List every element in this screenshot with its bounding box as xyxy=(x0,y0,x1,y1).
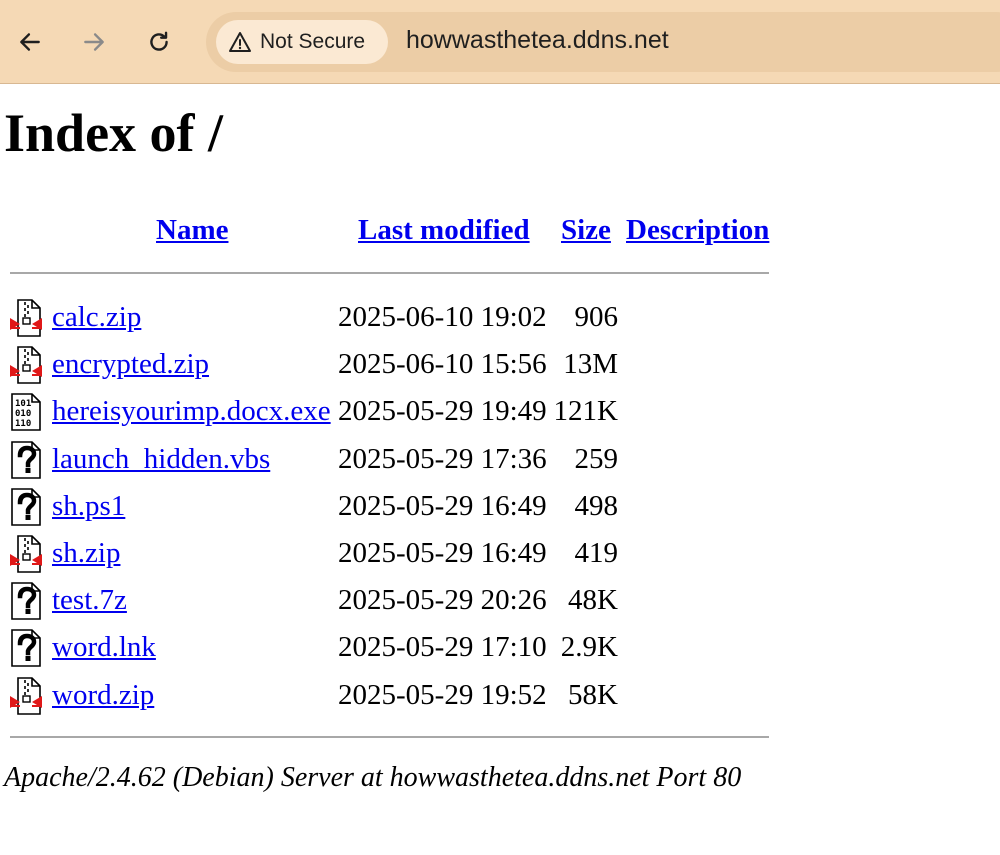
address-bar[interactable]: Not Secure howwasthetea.ddns.net xyxy=(206,12,1000,72)
footer-divider xyxy=(10,736,769,738)
file-last-modified: 2025-06-10 15:56 xyxy=(338,348,547,381)
file-last-modified: 2025-05-29 19:49 xyxy=(338,395,547,428)
page-title: Index of / xyxy=(4,103,224,163)
file-last-modified: 2025-05-29 17:36 xyxy=(338,442,547,475)
file-last-modified: 2025-06-10 19:02 xyxy=(338,301,547,333)
svg-text:101: 101 xyxy=(15,399,31,409)
reload-button[interactable] xyxy=(139,22,179,62)
table-row: test.7z 2025-05-29 20:26 48K xyxy=(0,579,780,623)
svg-text:010: 010 xyxy=(15,409,31,419)
file-size: 259 xyxy=(574,442,619,475)
warning-icon xyxy=(229,32,251,52)
file-link[interactable]: word.zip xyxy=(52,677,154,713)
file-size: 906 xyxy=(574,301,619,333)
file-last-modified: 2025-05-29 16:49 xyxy=(338,537,547,569)
reload-icon xyxy=(150,31,168,51)
column-header-last-modified[interactable]: Last modified xyxy=(358,212,530,248)
arrow-right-icon xyxy=(84,33,104,51)
column-header-size[interactable]: Size xyxy=(561,212,611,248)
file-size: 13M xyxy=(563,348,618,381)
security-indicator[interactable]: Not Secure xyxy=(216,20,388,64)
security-label: Not Secure xyxy=(260,30,366,53)
table-row: launch_hidden.vbs 2025-05-29 17:36 259 xyxy=(0,438,780,482)
file-size: 498 xyxy=(574,489,619,522)
file-link[interactable]: word.lnk xyxy=(52,629,156,665)
file-size: 48K xyxy=(568,584,618,617)
table-row: word.lnk 2025-05-29 17:10 2.9K xyxy=(0,626,780,670)
file-link[interactable]: encrypted.zip xyxy=(52,346,209,382)
file-size: 58K xyxy=(568,678,618,711)
column-header-description[interactable]: Description xyxy=(626,212,769,248)
file-size: 2.9K xyxy=(560,631,618,664)
compressed-file-icon xyxy=(8,298,44,338)
file-link[interactable]: calc.zip xyxy=(52,299,141,335)
unknown-file-icon xyxy=(8,628,44,668)
column-header-name[interactable]: Name xyxy=(156,212,228,248)
table-row: sh.ps1 2025-05-29 16:49 498 xyxy=(0,485,780,529)
arrow-left-icon xyxy=(20,33,40,51)
compressed-file-icon xyxy=(8,345,44,385)
server-signature: Apache/2.4.62 (Debian) Server at howwast… xyxy=(4,762,742,793)
binary-file-icon: 101 010 110 xyxy=(8,392,44,432)
browser-toolbar: Not Secure howwasthetea.ddns.net xyxy=(0,0,1000,84)
file-link[interactable]: hereisyourimp.docx.exe xyxy=(52,393,331,429)
unknown-file-icon xyxy=(8,581,44,621)
file-last-modified: 2025-05-29 19:52 xyxy=(338,678,547,711)
header-divider xyxy=(10,272,769,274)
unknown-file-icon xyxy=(8,440,44,480)
file-last-modified: 2025-05-29 20:26 xyxy=(338,584,547,617)
svg-text:110: 110 xyxy=(15,419,31,429)
file-link[interactable]: launch_hidden.vbs xyxy=(52,441,270,477)
file-link[interactable]: test.7z xyxy=(52,582,127,618)
table-row: encrypted.zip 2025-06-10 15:56 13M xyxy=(0,343,780,387)
url-text[interactable]: howwasthetea.ddns.net xyxy=(406,26,669,55)
file-size: 121K xyxy=(553,395,618,428)
table-row: calc.zip 2025-06-10 19:02 906 xyxy=(0,296,780,340)
file-last-modified: 2025-05-29 17:10 xyxy=(338,631,547,664)
back-button[interactable] xyxy=(10,22,50,62)
forward-button[interactable] xyxy=(74,22,114,62)
file-size: 419 xyxy=(574,537,619,569)
table-row: sh.zip 2025-05-29 16:49 419 xyxy=(0,532,780,576)
compressed-file-icon xyxy=(8,676,44,716)
table-row: word.zip 2025-05-29 19:52 58K xyxy=(0,674,780,718)
unknown-file-icon xyxy=(8,487,44,527)
compressed-file-icon xyxy=(8,534,44,574)
file-link[interactable]: sh.ps1 xyxy=(52,488,125,524)
file-last-modified: 2025-05-29 16:49 xyxy=(338,489,547,522)
table-row: 101 010 110 hereisyourimp.docx.exe 2025-0… xyxy=(0,390,780,434)
file-link[interactable]: sh.zip xyxy=(52,535,120,571)
